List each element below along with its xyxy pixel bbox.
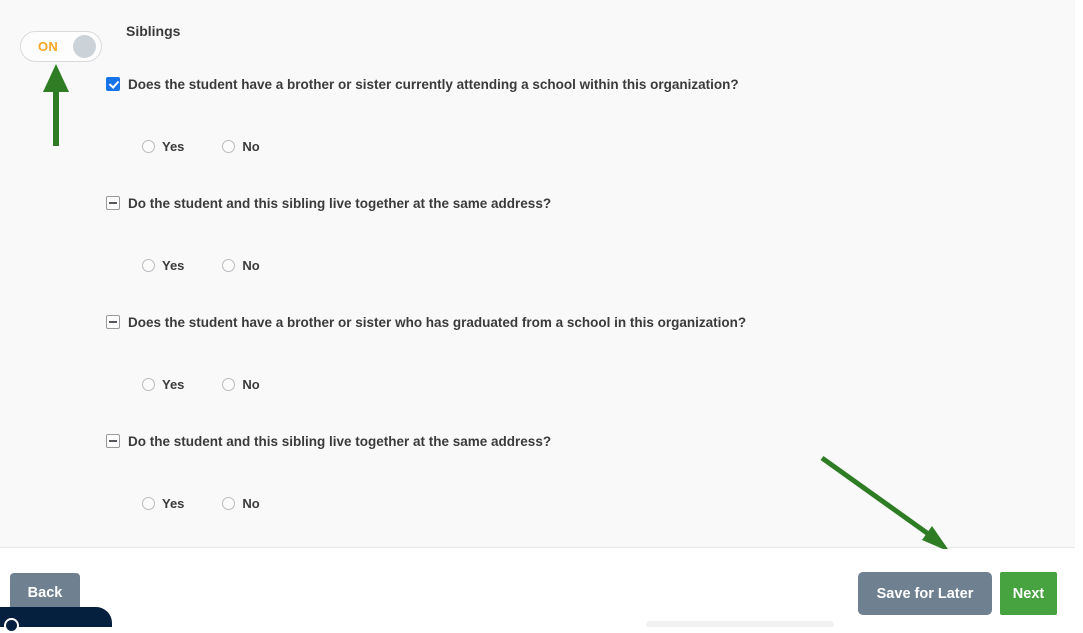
answer-radio-group: Yes No [142, 496, 1006, 511]
radio-label-yes: Yes [162, 496, 185, 511]
question-header-row: Do the student and this sibling live tog… [106, 433, 1006, 455]
right-gutter [1075, 0, 1083, 548]
siblings-section-toggle-wrapper: ON [20, 31, 102, 62]
question-block: Do the student and this sibling live tog… [106, 195, 1006, 314]
next-button[interactable]: Next [1000, 572, 1057, 615]
radio-button-yes[interactable] [142, 378, 155, 391]
toggle-state-label: ON [38, 39, 59, 54]
question-spacer [106, 392, 1006, 433]
question-header-row: Does the student have a brother or siste… [106, 76, 1006, 98]
radio-option-no[interactable]: No [222, 496, 260, 511]
radio-label-yes: Yes [162, 258, 185, 273]
radio-option-no[interactable]: No [222, 377, 260, 392]
chat-bubble-icon [4, 618, 19, 633]
question-block: Does the student have a brother or siste… [106, 76, 1006, 195]
question-spacer [106, 154, 1006, 195]
radio-button-yes[interactable] [142, 140, 155, 153]
radio-option-no[interactable]: No [222, 139, 260, 154]
radio-label-no: No [242, 496, 260, 511]
radio-option-yes[interactable]: Yes [142, 377, 184, 392]
question-text: Does the student have a brother or siste… [128, 315, 747, 330]
question-checkbox-indeterminate[interactable] [106, 434, 120, 448]
question-text: Do the student and this sibling live tog… [128, 434, 552, 449]
question-block: Does the student have a brother or siste… [106, 314, 1006, 433]
radio-button-no[interactable] [222, 259, 236, 272]
toggle-knob[interactable] [73, 35, 96, 58]
radio-option-yes[interactable]: Yes [142, 496, 184, 511]
question-header-row: Does the student have a brother or siste… [106, 314, 1006, 336]
radio-button-yes[interactable] [142, 259, 155, 272]
radio-option-yes[interactable]: Yes [142, 258, 184, 273]
question-checkbox-indeterminate[interactable] [106, 196, 120, 210]
radio-label-no: No [242, 377, 260, 392]
questions-list: Does the student have a brother or siste… [106, 76, 1006, 511]
radio-button-yes[interactable] [142, 497, 155, 510]
section-title: Siblings [126, 23, 181, 39]
question-text: Do the student and this sibling live tog… [128, 196, 552, 211]
application-root: ON Siblings Does the student have a brot… [0, 0, 1083, 633]
question-checkbox-indeterminate[interactable] [106, 315, 120, 329]
radio-button-no[interactable] [222, 497, 236, 510]
radio-button-no[interactable] [222, 378, 236, 391]
question-spacer [106, 273, 1006, 314]
radio-label-no: No [242, 258, 260, 273]
radio-label-yes: Yes [162, 377, 185, 392]
answer-radio-group: Yes No [142, 258, 1006, 273]
answer-radio-group: Yes No [142, 377, 1006, 392]
bottom-overlay-shape [646, 621, 834, 627]
siblings-section-toggle[interactable]: ON [20, 31, 102, 62]
radio-label-no: No [242, 139, 260, 154]
question-header-row: Do the student and this sibling live tog… [106, 195, 1006, 217]
chat-widget[interactable] [0, 607, 112, 633]
question-block: Do the student and this sibling live tog… [106, 433, 1006, 511]
answer-radio-group: Yes No [142, 139, 1006, 154]
question-text: Does the student have a brother or siste… [128, 77, 739, 92]
radio-button-no[interactable] [222, 140, 236, 153]
radio-option-yes[interactable]: Yes [142, 139, 184, 154]
question-checkbox-checked[interactable] [106, 77, 120, 91]
radio-option-no[interactable]: No [222, 258, 260, 273]
radio-label-yes: Yes [162, 139, 185, 154]
save-for-later-button[interactable]: Save for Later [858, 572, 992, 615]
